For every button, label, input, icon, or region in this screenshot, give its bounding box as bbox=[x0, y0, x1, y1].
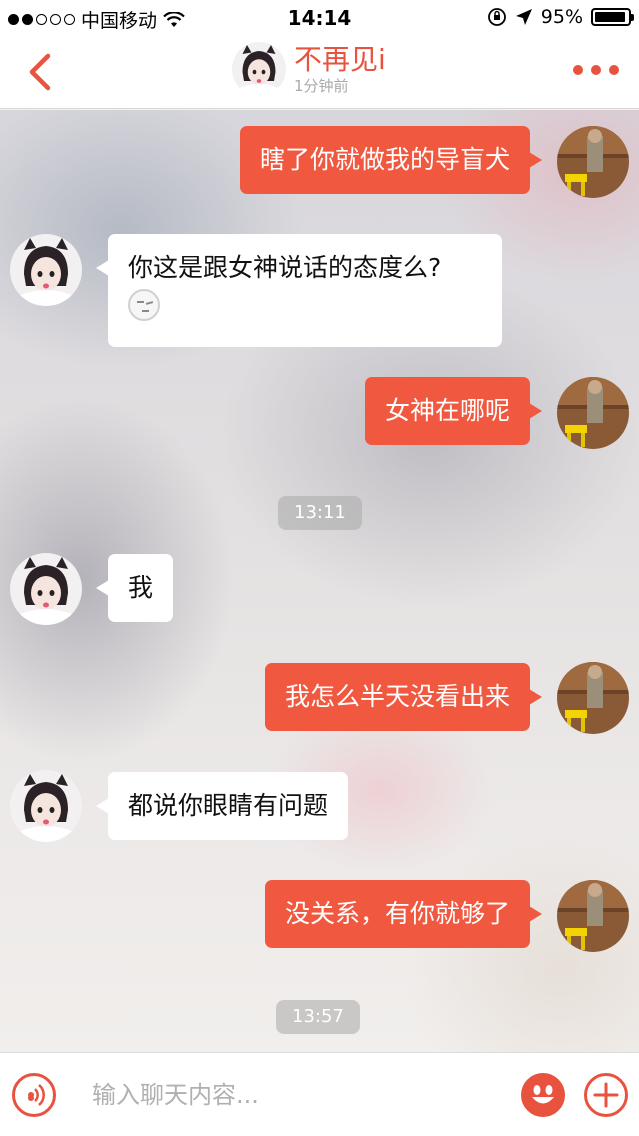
message-text: 你这是跟女神说话的态度么? bbox=[128, 253, 442, 282]
contact-text: 不再见i 1分钟前 bbox=[294, 43, 386, 95]
battery-level-fill bbox=[595, 12, 626, 22]
message-text: 我 bbox=[128, 573, 154, 602]
awkward-face-emoji-icon bbox=[128, 289, 160, 321]
status-bar: 中国移动 14:14 95% bbox=[0, 0, 639, 36]
contact-info[interactable]: 不再见i 1分钟前 bbox=[232, 42, 386, 96]
chat-header: 不再见i 1分钟前 bbox=[0, 36, 639, 109]
timestamp-divider: 13:57 bbox=[276, 1000, 360, 1034]
add-attachment-button[interactable] bbox=[584, 1073, 628, 1117]
emoji-button[interactable] bbox=[521, 1073, 565, 1117]
more-dot-icon bbox=[609, 65, 619, 75]
self-avatar[interactable] bbox=[557, 126, 629, 198]
message-bubble-self[interactable]: 瞎了你就做我的导盲犬 bbox=[239, 126, 543, 194]
battery-percent: 95% bbox=[540, 6, 583, 28]
status-right: 95% bbox=[487, 6, 634, 28]
last-seen: 1分钟前 bbox=[294, 77, 349, 95]
message-input[interactable] bbox=[92, 1075, 492, 1115]
more-dot-icon bbox=[591, 65, 601, 75]
timestamp-divider: 13:11 bbox=[278, 496, 362, 530]
more-dot-icon bbox=[573, 65, 583, 75]
message-text: 没关系，有你就够了 bbox=[284, 899, 510, 928]
input-bar bbox=[0, 1052, 639, 1136]
contact-avatar[interactable] bbox=[10, 553, 82, 625]
message-bubble-other[interactable]: 我 bbox=[95, 554, 174, 622]
message-bubble-other[interactable]: 都说你眼睛有问题 bbox=[95, 772, 349, 840]
contact-avatar[interactable] bbox=[10, 770, 82, 842]
smiley-face-icon bbox=[532, 1085, 554, 1104]
contact-avatar[interactable] bbox=[10, 234, 82, 306]
contact-avatar[interactable] bbox=[232, 42, 286, 96]
battery-icon bbox=[591, 8, 634, 26]
more-options-button[interactable] bbox=[573, 58, 619, 82]
message-text: 我怎么半天没看出来 bbox=[284, 682, 510, 711]
plus-icon bbox=[593, 1082, 619, 1108]
voice-icon bbox=[28, 1084, 45, 1106]
message-text: 瞎了你就做我的导盲犬 bbox=[259, 145, 510, 174]
chat-area[interactable]: 瞎了你就做我的导盲犬 你这是跟女神说话的态度么? 女神在哪呢 13:11 我 我… bbox=[0, 110, 639, 1052]
self-avatar[interactable] bbox=[557, 880, 629, 952]
voice-input-button[interactable] bbox=[12, 1073, 56, 1117]
self-avatar[interactable] bbox=[557, 377, 629, 449]
contact-name: 不再见i bbox=[294, 43, 386, 76]
message-bubble-self[interactable]: 我怎么半天没看出来 bbox=[264, 663, 543, 731]
message-bubble-self[interactable]: 女神在哪呢 bbox=[364, 377, 543, 445]
location-arrow-icon bbox=[515, 9, 532, 25]
message-bubble-self[interactable]: 没关系，有你就够了 bbox=[264, 880, 543, 948]
self-avatar[interactable] bbox=[557, 662, 629, 734]
back-button[interactable] bbox=[22, 50, 62, 94]
message-text: 都说你眼睛有问题 bbox=[128, 791, 329, 820]
orientation-lock-icon bbox=[487, 8, 506, 26]
message-text: 女神在哪呢 bbox=[384, 396, 510, 425]
message-bubble-other[interactable]: 你这是跟女神说话的态度么? bbox=[96, 234, 502, 347]
